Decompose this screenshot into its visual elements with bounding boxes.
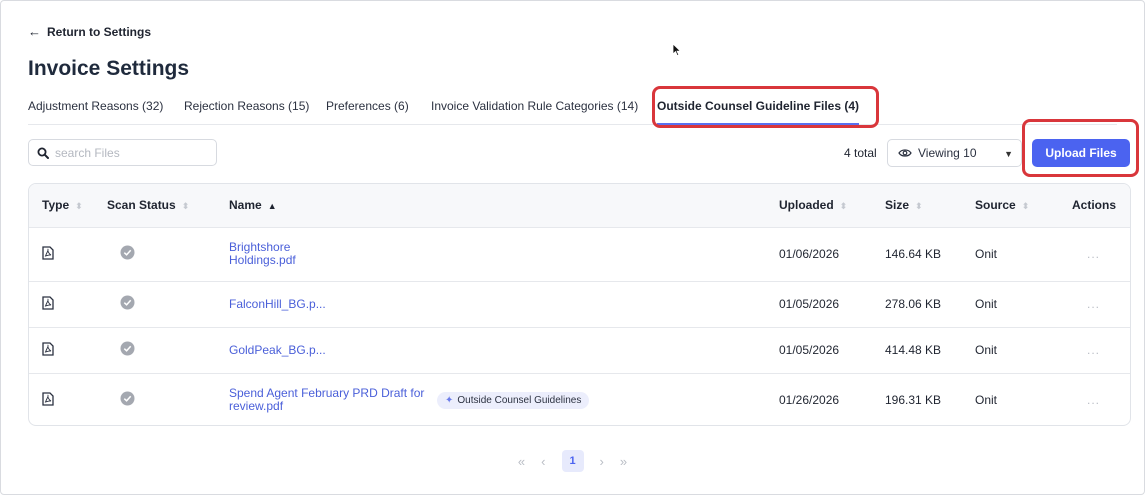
sort-icon: ⬍: [839, 201, 848, 212]
tab-outside-counsel-guideline-files[interactable]: Outside Counsel Guideline Files (4): [657, 99, 860, 125]
pdf-file-icon: [42, 295, 54, 310]
return-to-settings-label: Return to Settings: [47, 24, 151, 39]
tab-rejection-reasons[interactable]: Rejection Reasons (15): [184, 99, 309, 125]
table-row: GoldPeak_BG.p... 01/05/2026 414.48 KB On…: [29, 327, 1130, 373]
col-header-scan-status[interactable]: Scan Status ⬍: [107, 184, 229, 227]
check-circle-icon: [120, 295, 135, 310]
sort-icon: ⬍: [1021, 201, 1030, 212]
col-header-name[interactable]: Name ▲: [229, 184, 779, 227]
pagination: « ‹ 1 › »: [1, 450, 1144, 472]
file-size: 414.48 KB: [885, 343, 942, 357]
uploaded-date: 01/06/2026: [779, 247, 840, 261]
next-page-button[interactable]: ›: [600, 454, 604, 469]
file-size: 196.31 KB: [885, 393, 942, 408]
col-header-size[interactable]: Size ⬍: [885, 184, 975, 227]
col-header-scan-label: Scan Status: [107, 198, 176, 213]
row-actions-menu[interactable]: ...: [1065, 327, 1130, 373]
check-circle-icon: [120, 341, 135, 356]
files-table: Type ⬍ Scan Status ⬍ Name ▲ Uploaded ⬍ Size ⬍…: [28, 183, 1131, 426]
file-source: Onit: [975, 297, 998, 311]
col-header-uploaded-label: Uploaded: [779, 198, 834, 213]
row-actions-menu[interactable]: ...: [1065, 373, 1130, 425]
category-tag: ✦ Outside Counsel Guidelines: [437, 391, 590, 409]
col-header-source[interactable]: Source ⬍: [975, 184, 1065, 227]
sort-icon: ⬍: [75, 201, 83, 212]
mouse-cursor-icon: [672, 43, 682, 57]
viewing-label: Viewing 10: [918, 146, 977, 160]
first-page-button[interactable]: «: [518, 454, 525, 469]
tab-preferences[interactable]: Preferences (6): [326, 99, 409, 125]
return-to-settings-link[interactable]: ← Return to Settings: [28, 24, 151, 39]
col-header-uploaded[interactable]: Uploaded ⬍: [779, 184, 885, 227]
file-name-link[interactable]: Brightshore Holdings.pdf: [229, 241, 299, 267]
sort-icon: ⬍: [915, 201, 923, 212]
file-size: 278.06 KB: [885, 297, 942, 311]
upload-files-button[interactable]: Upload Files: [1032, 139, 1130, 167]
table-header-row: Type ⬍ Scan Status ⬍ Name ▲ Uploaded ⬍ Size ⬍…: [29, 184, 1130, 227]
row-actions-menu[interactable]: ...: [1065, 227, 1130, 281]
col-header-type[interactable]: Type ⬍: [29, 184, 107, 227]
uploaded-date: 01/26/2026: [779, 393, 840, 408]
eye-icon: [898, 149, 912, 157]
file-size: 146.64 KB: [885, 247, 942, 261]
viewing-page-size-select[interactable]: Viewing 10 ▼: [887, 139, 1022, 167]
search-box: [28, 139, 217, 166]
tab-adjustment-reasons[interactable]: Adjustment Reasons (32): [28, 99, 163, 125]
pdf-file-icon: [42, 245, 54, 260]
col-header-type-label: Type: [42, 198, 70, 213]
search-input[interactable]: [55, 145, 205, 160]
current-page-button[interactable]: 1: [561, 450, 584, 472]
col-header-actions: Actions: [1071, 198, 1116, 213]
uploaded-date: 01/05/2026: [779, 297, 840, 311]
sort-asc-icon: ▲: [267, 201, 277, 212]
file-name-link[interactable]: Spend Agent February PRD Draft for revie…: [229, 387, 429, 413]
table-row: Brightshore Holdings.pdf 01/06/2026 146.…: [29, 227, 1130, 281]
sparkle-icon: ✦: [445, 394, 454, 406]
uploaded-date: 01/05/2026: [779, 343, 840, 357]
file-name-link[interactable]: GoldPeak_BG.p...: [229, 343, 326, 357]
file-name-link[interactable]: FalconHill_BG.p...: [229, 297, 326, 311]
app-frame: ← Return to Settings Invoice Settings Ad…: [0, 0, 1145, 495]
total-count: 4 total: [844, 146, 877, 160]
last-page-button[interactable]: »: [620, 454, 627, 469]
file-source: Onit: [975, 343, 998, 357]
page-title: Invoice Settings: [28, 57, 190, 80]
pdf-file-icon: [42, 341, 54, 356]
col-header-name-label: Name: [229, 198, 262, 213]
prev-page-button[interactable]: ‹: [541, 454, 545, 469]
back-arrow-icon: ←: [28, 24, 41, 39]
file-source: Onit: [975, 247, 998, 261]
check-circle-icon: [120, 391, 135, 406]
file-source: Onit: [975, 393, 998, 408]
settings-tabs: Adjustment Reasons (32) Rejection Reason…: [28, 99, 1117, 125]
col-header-source-label: Source: [975, 198, 1016, 213]
category-tag-label: Outside Counsel Guidelines: [457, 394, 582, 406]
search-icon: [37, 147, 49, 159]
table-row: Spend Agent February PRD Draft for revie…: [29, 373, 1130, 425]
table-row: FalconHill_BG.p... 01/05/2026 278.06 KB …: [29, 281, 1130, 327]
row-actions-menu[interactable]: ...: [1065, 281, 1130, 327]
chevron-down-icon: ▼: [1004, 149, 1013, 159]
sort-icon: ⬍: [181, 201, 190, 212]
tab-invoice-validation-rule-categories[interactable]: Invoice Validation Rule Categories (14): [431, 99, 638, 125]
col-header-size-label: Size: [885, 198, 910, 213]
pdf-file-icon: [42, 392, 54, 406]
check-circle-icon: [120, 245, 135, 260]
